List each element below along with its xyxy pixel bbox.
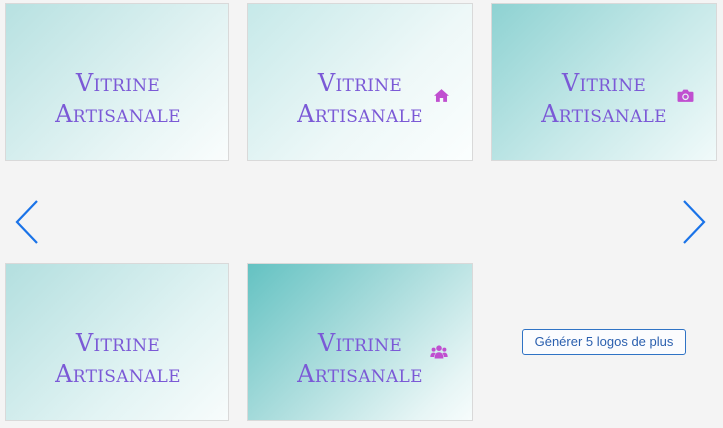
logo-line-2: Artisanale: [55, 360, 181, 388]
chevron-left-icon: [14, 199, 40, 245]
generate-more-logos-button[interactable]: Générer 5 logos de plus: [522, 329, 686, 355]
logo-tile-2[interactable]: Vitrine Artisanale: [247, 3, 473, 161]
users-icon: [430, 344, 448, 360]
camera-icon: [677, 88, 694, 103]
chevron-right-icon: [681, 199, 707, 245]
prev-arrow-button[interactable]: [14, 199, 40, 245]
logo-line-1: Vitrine: [75, 329, 161, 357]
logo-tile-3[interactable]: Vitrine Artisanale: [491, 3, 717, 161]
logo-line-2: Artisanale: [297, 100, 423, 128]
logo-line-2: Artisanale: [541, 100, 667, 128]
logo-tile-4[interactable]: Vitrine Artisanale: [5, 263, 229, 421]
logo-tile-5[interactable]: Vitrine Artisanale: [247, 263, 473, 421]
next-arrow-button[interactable]: [681, 199, 707, 245]
logo-line-1: Vitrine: [75, 69, 161, 97]
logo-line-2: Artisanale: [297, 360, 423, 388]
home-icon: [433, 88, 450, 103]
logo-line-2: Artisanale: [55, 100, 181, 128]
logo-tile-1[interactable]: Vitrine Artisanale: [5, 3, 229, 161]
logo-text: Vitrine Artisanale: [6, 68, 228, 130]
logo-text: Vitrine Artisanale: [6, 328, 228, 390]
